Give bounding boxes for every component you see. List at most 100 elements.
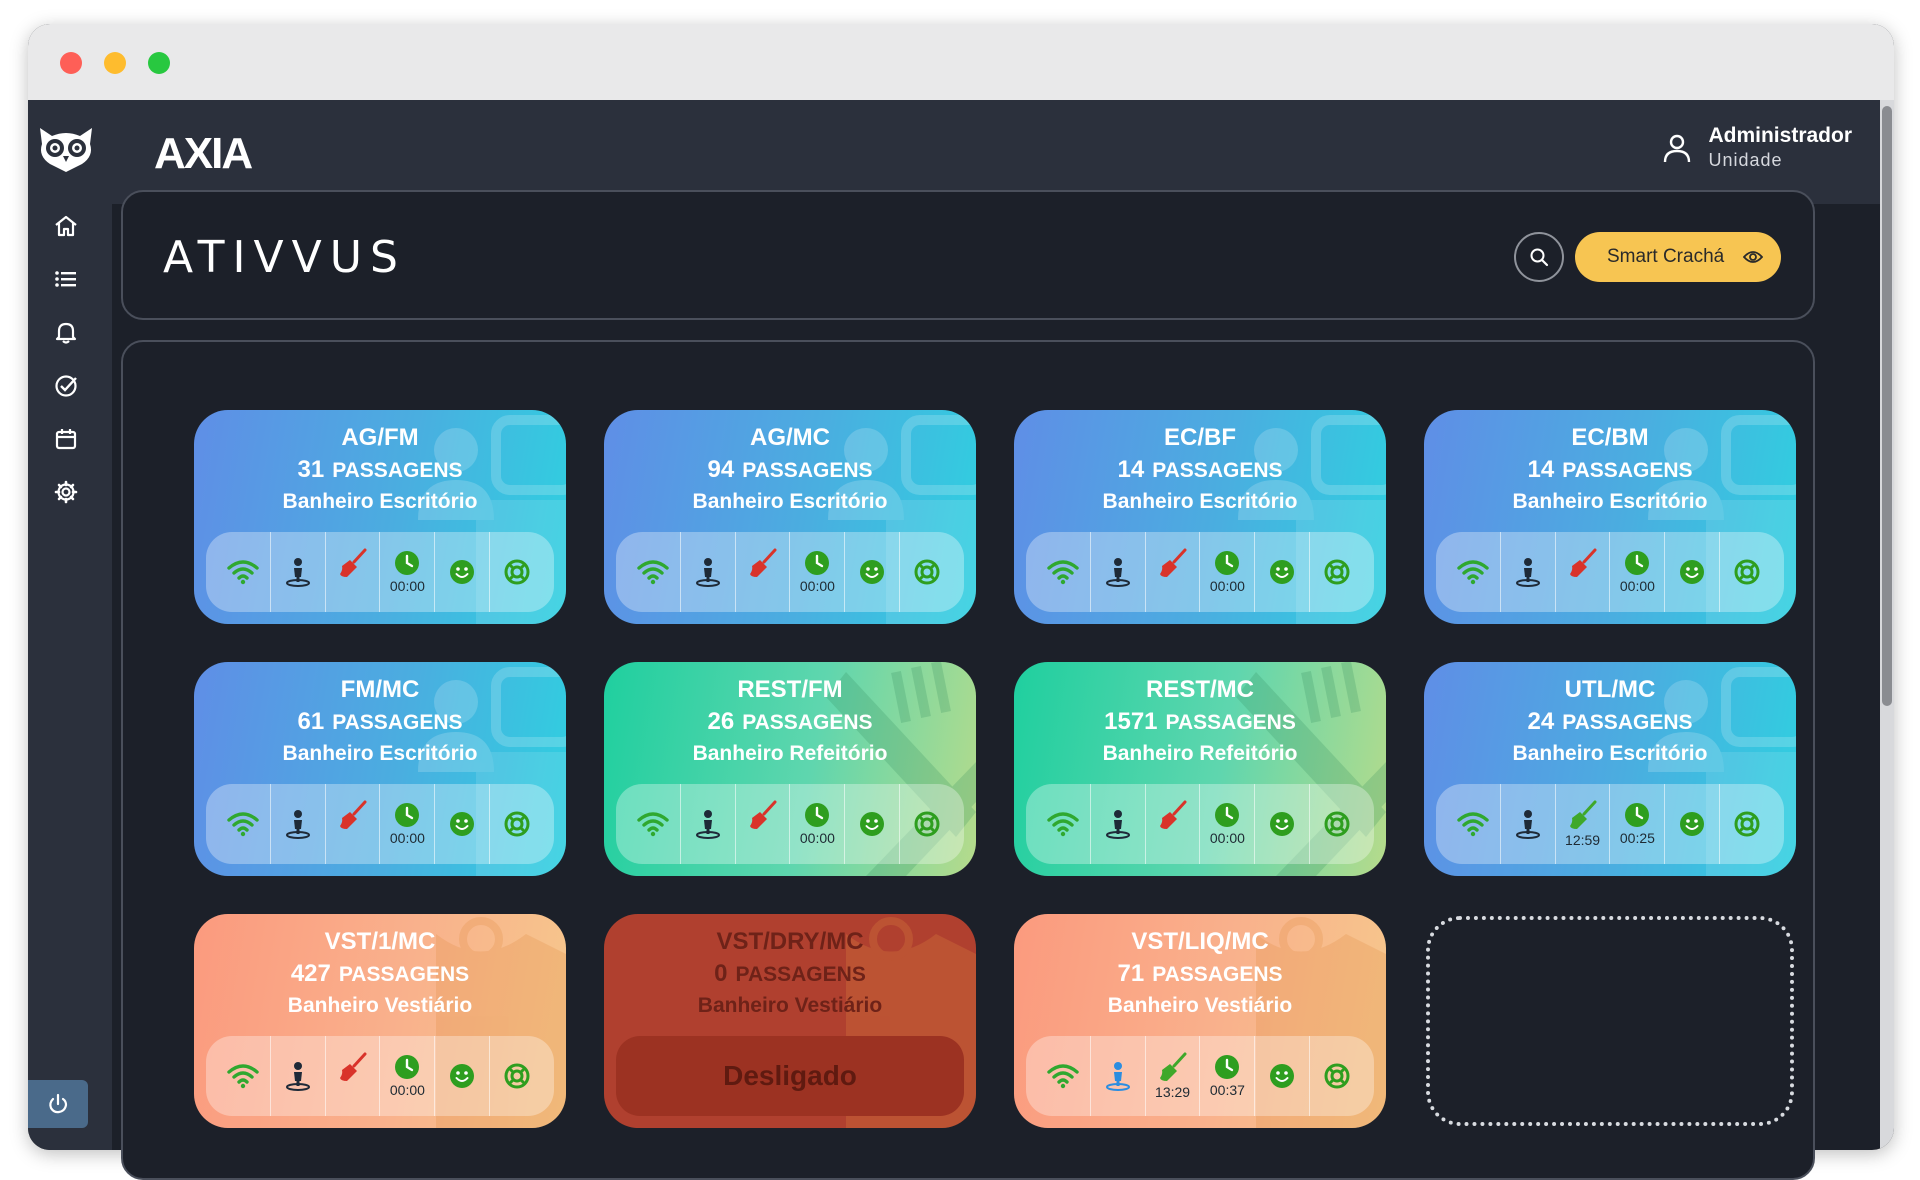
device-card[interactable]: VST/1/MC 427 PASSAGENS Banheiro Vestiário 0… xyxy=(194,914,566,1128)
wifi-icon[interactable] xyxy=(1036,784,1091,864)
broom-icon[interactable] xyxy=(326,784,381,864)
wifi-icon[interactable] xyxy=(1446,532,1501,612)
broom-icon[interactable]: 12:59 xyxy=(1556,784,1611,864)
person-icon[interactable] xyxy=(681,532,736,612)
lifebuoy-icon[interactable] xyxy=(900,532,954,612)
card-passages: 26 PASSAGENS xyxy=(604,708,976,736)
card-passages-label: PASSAGENS xyxy=(1562,711,1693,734)
broom-icon[interactable] xyxy=(736,784,791,864)
lifebuoy-icon[interactable] xyxy=(490,1036,544,1116)
broom-icon[interactable] xyxy=(1146,532,1201,612)
clock-icon[interactable]: 00:00 xyxy=(790,532,846,612)
lifebuoy-icon[interactable] xyxy=(490,784,544,864)
power-button[interactable] xyxy=(28,1080,88,1128)
clock-icon[interactable]: 00:00 xyxy=(790,784,846,864)
broom-icon[interactable] xyxy=(1556,532,1611,612)
device-card[interactable]: AG/MC 94 PASSAGENS Banheiro Escritório 00:0… xyxy=(604,410,976,624)
page-title: ATIVVUS xyxy=(163,232,406,283)
broom-icon[interactable] xyxy=(736,532,791,612)
person-icon[interactable] xyxy=(681,784,736,864)
close-window-button[interactable] xyxy=(60,52,82,74)
broom-icon[interactable] xyxy=(1146,784,1201,864)
clock-icon[interactable]: 00:00 xyxy=(380,1036,436,1116)
scrollbar[interactable] xyxy=(1880,100,1894,1150)
wifi-icon[interactable] xyxy=(1036,532,1091,612)
wifi-icon[interactable] xyxy=(1036,1036,1091,1116)
card-passages: 94 PASSAGENS xyxy=(604,456,976,484)
maximize-window-button[interactable] xyxy=(148,52,170,74)
card-status-bar: 00:00 xyxy=(616,532,964,612)
smile-icon[interactable] xyxy=(845,784,901,864)
card-count: 14 xyxy=(1117,456,1145,483)
card-count: 0 xyxy=(714,960,728,987)
smile-icon[interactable] xyxy=(1255,784,1311,864)
card-count: 61 xyxy=(297,708,325,735)
device-card[interactable]: EC/BF 14 PASSAGENS Banheiro Escritório 00:0… xyxy=(1014,410,1386,624)
broom-icon[interactable] xyxy=(326,532,381,612)
smart-cracha-button[interactable]: Smart Crachá xyxy=(1575,232,1781,282)
lifebuoy-icon[interactable] xyxy=(1310,784,1364,864)
smile-icon[interactable] xyxy=(845,532,901,612)
card-passages: 1571 PASSAGENS xyxy=(1014,708,1386,736)
broom-icon[interactable] xyxy=(326,1036,381,1116)
person-icon[interactable] xyxy=(1091,1036,1146,1116)
card-title: REST/MC xyxy=(1146,676,1254,703)
device-card[interactable]: VST/DRY/MC 0 PASSAGENS Banheiro Vestiário De… xyxy=(604,914,976,1128)
person-icon[interactable] xyxy=(1091,784,1146,864)
smile-icon[interactable] xyxy=(1665,784,1721,864)
person-icon[interactable] xyxy=(1501,532,1556,612)
device-card[interactable]: UTL/MC 24 PASSAGENS Banheiro Escritório 12:… xyxy=(1424,662,1796,876)
wifi-icon[interactable] xyxy=(216,784,271,864)
card-status-bar: 00:00 xyxy=(616,784,964,864)
smile-icon[interactable] xyxy=(1665,532,1721,612)
lifebuoy-icon[interactable] xyxy=(1720,532,1774,612)
device-card[interactable]: EC/BM 14 PASSAGENS Banheiro Escritório 00:0… xyxy=(1424,410,1796,624)
wifi-icon[interactable] xyxy=(216,532,271,612)
device-card[interactable]: VST/LIQ/MC 71 PASSAGENS Banheiro Vestiário … xyxy=(1014,914,1386,1128)
person-icon[interactable] xyxy=(1091,532,1146,612)
clock-icon[interactable]: 00:00 xyxy=(380,784,436,864)
check-circle-icon[interactable] xyxy=(52,372,80,400)
wifi-icon[interactable] xyxy=(1446,784,1501,864)
person-icon[interactable] xyxy=(1501,784,1556,864)
person-icon[interactable] xyxy=(271,784,326,864)
smile-icon[interactable] xyxy=(435,1036,491,1116)
clock-icon[interactable]: 00:25 xyxy=(1610,784,1666,864)
lifebuoy-icon[interactable] xyxy=(490,532,544,612)
empty-card-slot[interactable] xyxy=(1426,916,1794,1126)
home-icon[interactable] xyxy=(52,212,80,240)
lifebuoy-icon[interactable] xyxy=(1720,784,1774,864)
scrollbar-thumb[interactable] xyxy=(1882,106,1892,706)
wifi-icon[interactable] xyxy=(626,532,681,612)
device-card[interactable]: AG/FM 31 PASSAGENS Banheiro Escritório 00:0… xyxy=(194,410,566,624)
lifebuoy-icon[interactable] xyxy=(1310,1036,1364,1116)
card-status-bar: 00:00 xyxy=(206,784,554,864)
clock-icon[interactable]: 00:00 xyxy=(1200,784,1256,864)
smile-icon[interactable] xyxy=(435,784,491,864)
clock-icon[interactable]: 00:00 xyxy=(1610,532,1666,612)
broom-icon[interactable]: 13:29 xyxy=(1146,1036,1201,1116)
bell-icon[interactable] xyxy=(52,318,80,346)
lifebuoy-icon[interactable] xyxy=(1310,532,1364,612)
smile-icon[interactable] xyxy=(1255,1036,1311,1116)
person-icon[interactable] xyxy=(271,1036,326,1116)
smile-icon[interactable] xyxy=(1255,532,1311,612)
lifebuoy-icon[interactable] xyxy=(900,784,954,864)
wifi-icon[interactable] xyxy=(216,1036,271,1116)
search-button[interactable] xyxy=(1514,232,1564,282)
wifi-icon[interactable] xyxy=(626,784,681,864)
person-icon[interactable] xyxy=(271,532,326,612)
calendar-icon[interactable] xyxy=(52,425,80,453)
clock-icon[interactable]: 00:00 xyxy=(380,532,436,612)
gear-icon[interactable] xyxy=(52,478,80,506)
device-card[interactable]: REST/FM 26 PASSAGENS Banheiro Refeitório 00… xyxy=(604,662,976,876)
device-card[interactable]: FM/MC 61 PASSAGENS Banheiro Escritório 00:0… xyxy=(194,662,566,876)
device-card[interactable]: REST/MC 1571 PASSAGENS Banheiro Refeitório … xyxy=(1014,662,1386,876)
smile-icon[interactable] xyxy=(435,532,491,612)
clock-icon[interactable]: 00:00 xyxy=(1200,532,1256,612)
list-icon[interactable] xyxy=(52,265,80,293)
user-menu[interactable]: Administrador Unidade xyxy=(1660,124,1852,171)
user-icon xyxy=(1664,134,1691,162)
minimize-window-button[interactable] xyxy=(104,52,126,74)
clock-icon[interactable]: 00:37 xyxy=(1200,1036,1256,1116)
